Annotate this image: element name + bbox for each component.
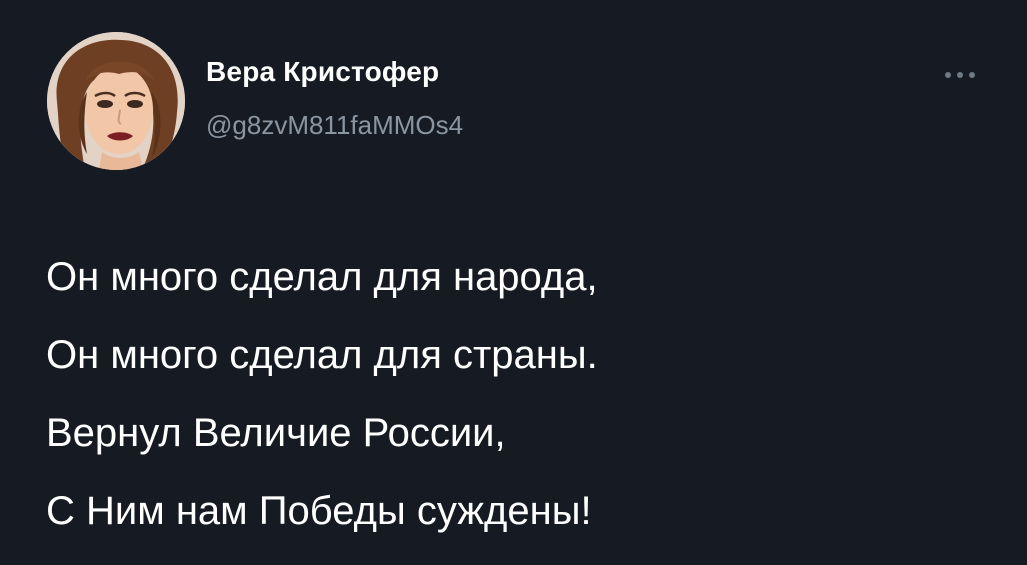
user-handle[interactable]: @g8zvM811faMMOs4 — [206, 110, 463, 141]
more-horizontal-icon — [945, 72, 975, 78]
more-options-button[interactable] — [930, 60, 990, 90]
tweet-text-line: С Ним нам Победы суждены! — [46, 489, 592, 533]
tweet-text-line: Вернул Величие России, — [46, 411, 506, 455]
display-name[interactable]: Вера Кристофер — [206, 56, 439, 88]
tweet-text-line: Он много сделал для народа, — [46, 255, 598, 299]
avatar-image — [47, 32, 185, 170]
avatar[interactable] — [47, 32, 185, 170]
tweet-text-line: Он много сделал для страны. — [46, 333, 598, 377]
tweet-card: Вера Кристофер @g8zvM811faMMOs4 Он много… — [0, 0, 1027, 565]
tweet-text: Он много сделал для народа, Он много сде… — [46, 238, 1006, 550]
